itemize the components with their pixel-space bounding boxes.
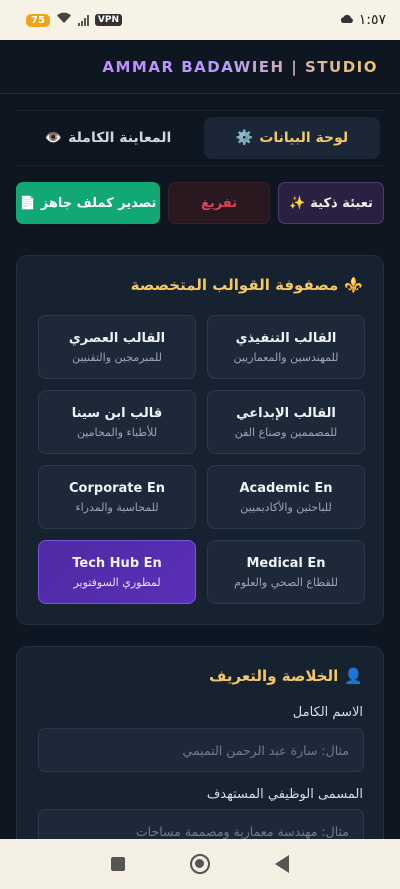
template-card-tech-hub-en[interactable]: Tech Hub En لمطوري السوفتوير — [38, 540, 196, 604]
template-subtitle: للمصممين وصناع الفن — [234, 425, 338, 439]
template-subtitle: للمهندسين والمعماريين — [233, 350, 339, 364]
job-title-label: المسمى الوظيفي المستهدف — [206, 787, 363, 802]
template-card-medical-en[interactable]: Medical En للقطاع الصحي والعلوم — [207, 540, 365, 604]
template-card-ibn-sina[interactable]: قالب ابن سينا للأطباء والمحامين — [38, 390, 196, 454]
gear-icon: ⚙️ — [235, 130, 254, 146]
template-card-creative[interactable]: القالب الإبداعي للمصممين وصناع الفن — [207, 390, 365, 454]
person-icon: 👤 — [344, 667, 363, 685]
template-title: القالب العصري — [68, 330, 166, 346]
template-title: القالب الإبداعي — [236, 405, 336, 421]
clear-button[interactable]: تفريغ — [168, 182, 270, 224]
template-subtitle: للأطباء والمحامين — [76, 425, 158, 439]
tab-label: لوحة البيانات — [259, 130, 349, 146]
smart-fill-button[interactable]: ✨ تعبئة ذكية — [278, 182, 384, 224]
status-right: ١:٥٧ — [340, 12, 386, 28]
template-card-academic-en[interactable]: Academic En للباحثين والأكاديميين — [207, 465, 365, 529]
template-subtitle: للمحاسبة والمدراء — [75, 500, 159, 514]
template-title: Medical En — [246, 555, 326, 571]
view-tabs: 👁️ المعاينة الكاملة ⚙️ لوحة البيانات — [16, 110, 384, 166]
smart-fill-label: تعبئة ذكية — [310, 195, 373, 211]
clock-time: ١:٥٧ — [358, 12, 386, 28]
signal-icon — [77, 14, 89, 26]
home-icon[interactable] — [189, 854, 210, 874]
export-label: تصدير كملف جاهز — [40, 195, 157, 211]
action-bar: 📄 تصدير كملف جاهز تفريغ ✨ تعبئة ذكية — [16, 182, 384, 224]
templates-panel-title: ⚜️ مصفوفة القوالب المتخصصة — [131, 276, 363, 294]
template-subtitle: لمطوري السوفتوير — [73, 575, 161, 589]
templates-title-text: مصفوفة القوالب المتخصصة — [130, 276, 339, 294]
template-title: Academic En — [239, 480, 333, 496]
battery-badge: 75 — [26, 13, 50, 27]
vpn-badge: VPN — [94, 14, 123, 26]
eye-icon: 👁️ — [44, 130, 63, 146]
template-subtitle: للقطاع الصحي والعلوم — [234, 575, 338, 589]
tab-label: المعاينة الكاملة — [68, 130, 172, 146]
fleur-de-lis-icon: ⚜️ — [344, 276, 363, 294]
status-bar: 75 VPN ١:٥٧ — [0, 0, 400, 40]
back-icon[interactable] — [275, 855, 290, 873]
status-left: 75 VPN — [26, 12, 123, 28]
wifi-icon — [56, 12, 72, 28]
template-subtitle: للمبرمجين والتقنيين — [72, 350, 162, 364]
template-title: Corporate En — [69, 480, 165, 496]
summary-panel-title: 👤 الخلاصة والتعريف — [209, 667, 363, 685]
template-card-modern[interactable]: القالب العصري للمبرمجين والتقنيين — [38, 315, 196, 379]
template-title: القالب التنفيذي — [235, 330, 337, 346]
full-name-label: الاسم الكامل — [292, 705, 363, 720]
templates-grid: القالب التنفيذي للمهندسين والمعماريين ال… — [38, 315, 365, 604]
template-card-executive[interactable]: القالب التنفيذي للمهندسين والمعماريين — [207, 315, 365, 379]
templates-panel: ⚜️ مصفوفة القوالب المتخصصة القالب التنفي… — [16, 255, 384, 625]
tab-full-preview[interactable]: 👁️ المعاينة الكاملة — [20, 117, 196, 159]
document-icon: 📄 — [19, 195, 36, 211]
template-title: Tech Hub En — [72, 555, 162, 571]
template-card-corporate-en[interactable]: Corporate En للمحاسبة والمدراء — [38, 465, 196, 529]
full-name-input[interactable] — [38, 728, 364, 772]
summary-title-text: الخلاصة والتعريف — [209, 667, 339, 685]
system-nav-bar — [0, 839, 400, 889]
template-title: قالب ابن سينا — [71, 405, 163, 421]
app-header: AMMAR BADAWIEH | STUDIO — [0, 40, 400, 94]
recents-icon[interactable] — [110, 857, 125, 871]
sparkles-icon: ✨ — [289, 195, 306, 211]
tab-dashboard[interactable]: ⚙️ لوحة البيانات — [204, 117, 380, 159]
cloud-icon — [340, 12, 354, 28]
brand-title: AMMAR BADAWIEH | STUDIO — [102, 57, 378, 76]
template-subtitle: للباحثين والأكاديميين — [240, 500, 332, 514]
export-button[interactable]: 📄 تصدير كملف جاهز — [16, 182, 160, 224]
clear-label: تفريغ — [200, 195, 238, 211]
